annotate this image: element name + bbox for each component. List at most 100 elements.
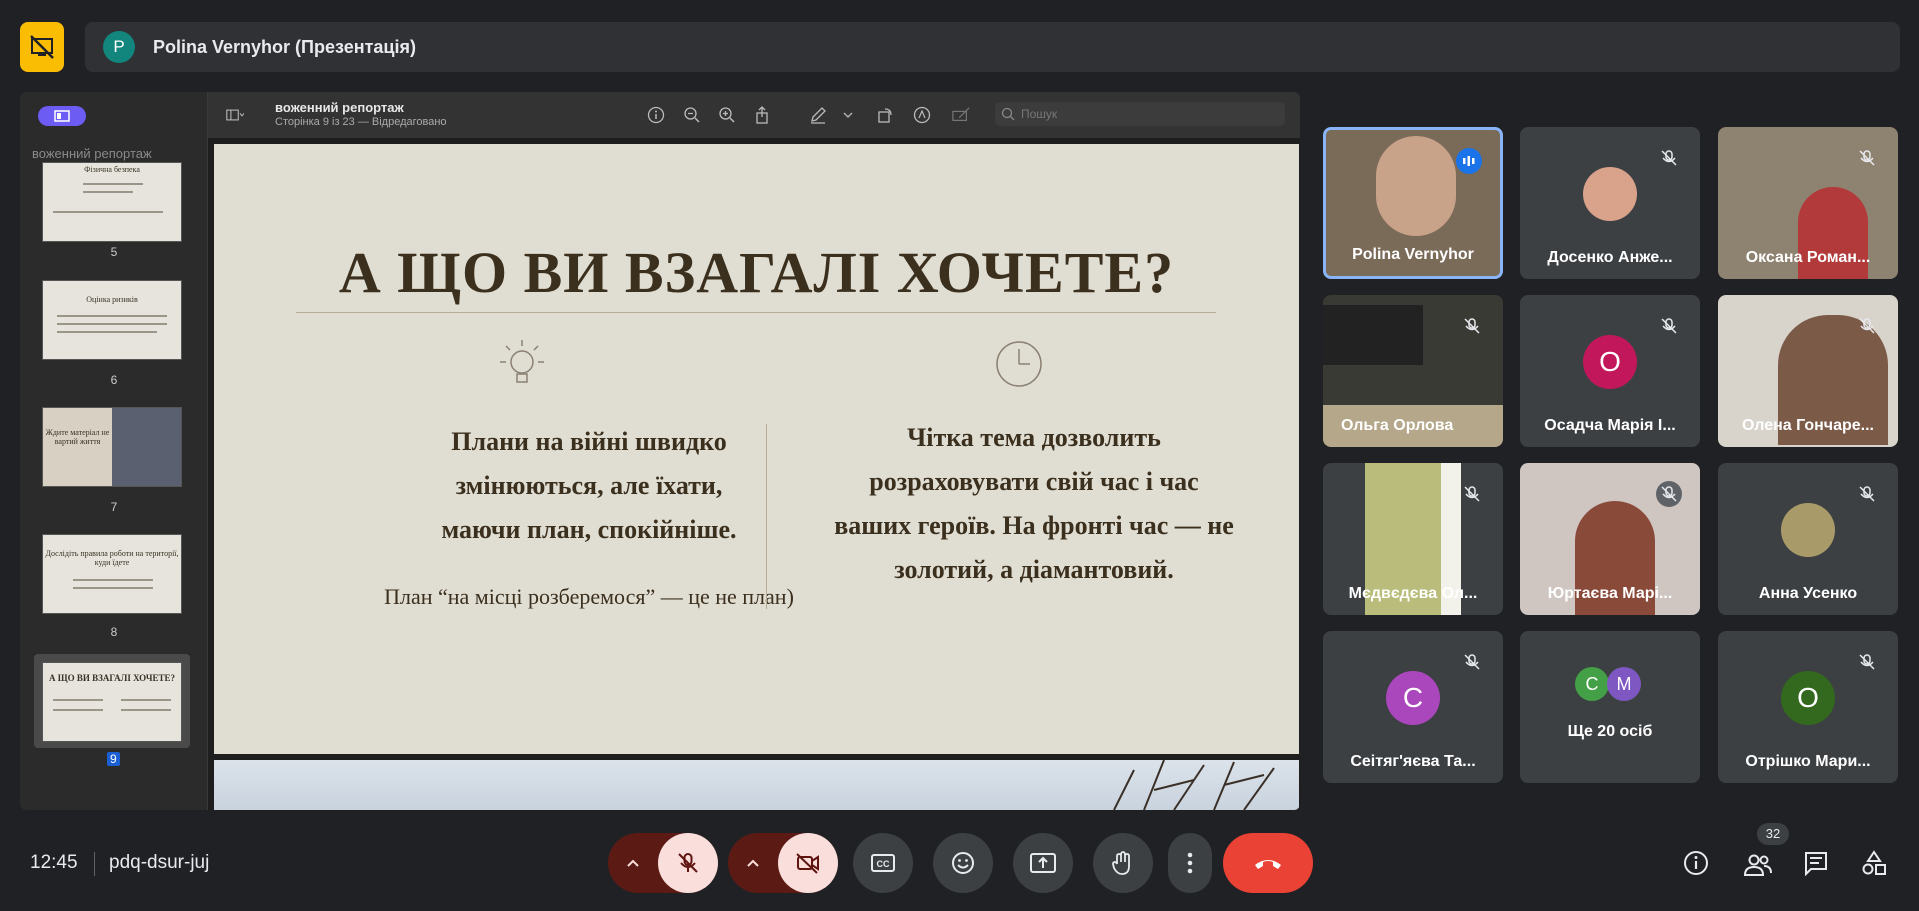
- participant-tile-medvedeva[interactable]: Мєдвєдєва Ол...: [1323, 463, 1503, 615]
- captions-button[interactable]: CC: [853, 833, 913, 893]
- thumbnail-title: Ждите матеріал не вартий життя: [45, 428, 110, 446]
- slide-left-text: Плани на війні швидко змінюються, але їх…: [441, 427, 737, 544]
- participant-tile-anna[interactable]: Анна Усенко: [1718, 463, 1898, 615]
- mic-muted-icon: [1854, 313, 1880, 339]
- people-count-badge: 32: [1757, 823, 1789, 845]
- sidebar-toggle-icon[interactable]: [226, 106, 244, 124]
- slide-right-text: Чітка тема дозволить розраховувати свій …: [834, 423, 1234, 584]
- form-icon[interactable]: [952, 106, 970, 124]
- participant-name: Polina Vernyhor: [1352, 246, 1474, 263]
- avatar: С: [1386, 671, 1440, 725]
- camera-off-icon: [796, 853, 819, 874]
- chevron-down-icon[interactable]: [839, 106, 857, 124]
- participant-name: Досенко Анже...: [1547, 249, 1673, 266]
- annotate-icon[interactable]: [913, 106, 931, 124]
- participant-tile-yurtaeva[interactable]: Юртаєва Марі...: [1520, 463, 1700, 615]
- raise-hand-button[interactable]: [1093, 833, 1153, 893]
- thumbnail-5[interactable]: Фізична безпека: [42, 162, 182, 242]
- mic-muted-icon: [1854, 145, 1880, 171]
- zoom-out-icon[interactable]: [683, 106, 701, 124]
- meeting-code: pdq-dsur-juj: [109, 852, 210, 873]
- more-participants-label: Ще 20 осіб: [1567, 723, 1653, 740]
- people-icon[interactable]: [1742, 849, 1774, 881]
- presentation-window: воженний репортаж Фізична безпека 5 Оцін…: [20, 92, 1300, 810]
- participant-name: Оксана Роман...: [1745, 249, 1871, 266]
- mic-muted-icon: [1656, 145, 1682, 171]
- participant-tile-seitiahiaieva[interactable]: С Сеітяг'яєва Та...: [1323, 631, 1503, 783]
- thumbnail-title: А ЩО ВИ ВЗАГАЛІ ХОЧЕТЕ?: [48, 673, 176, 683]
- mic-muted-icon: [1854, 481, 1880, 507]
- participant-tile-olha[interactable]: Ольга Орлова: [1323, 295, 1503, 447]
- zoom-in-icon[interactable]: [718, 106, 736, 124]
- thumbnail-sidebar: воженний репортаж Фізична безпека 5 Оцін…: [20, 92, 208, 810]
- slide-column-divider: [766, 424, 767, 609]
- presenter-avatar: P: [103, 31, 135, 63]
- end-call-icon: [1255, 860, 1281, 869]
- slide-left-note: План “на місці розберемося” — це не план…: [384, 584, 794, 609]
- emoji-icon: [952, 852, 974, 874]
- participant-tile-olena[interactable]: Олена Гончаре...: [1718, 295, 1898, 447]
- avatar: М: [1607, 667, 1641, 701]
- participant-tile-dosenko[interactable]: Досенко Анже...: [1520, 127, 1700, 279]
- meeting-details-info-icon[interactable]: [1680, 847, 1712, 879]
- hand-icon: [1112, 851, 1130, 875]
- avatar: [1781, 503, 1835, 557]
- search-icon: [1001, 107, 1015, 121]
- participant-tile-otrishko[interactable]: О Отрішко Мари...: [1718, 631, 1898, 783]
- share-icon[interactable]: [753, 106, 771, 124]
- more-options-button[interactable]: [1168, 833, 1212, 893]
- present-screen-button[interactable]: [1013, 833, 1073, 893]
- activities-icon[interactable]: [1858, 847, 1890, 879]
- video-feed: [1323, 305, 1423, 365]
- chat-icon[interactable]: [1800, 847, 1832, 879]
- sidebar-title: воженний репортаж: [32, 146, 152, 161]
- leave-call-button[interactable]: [1223, 833, 1313, 893]
- thumbnail-number-selected: 9: [107, 752, 120, 766]
- participant-name: Мєдвєдєва Ол...: [1348, 585, 1478, 602]
- document-subtitle: Сторінка 9 із 23 — Відредаговано: [275, 116, 447, 128]
- participant-name: Анна Усенко: [1758, 585, 1858, 602]
- presenter-bar: P Polina Vernyhor (Презентація): [85, 22, 1900, 72]
- captions-icon: CC: [871, 854, 895, 872]
- participant-tile-osadcha[interactable]: О Осадча Марія І...: [1520, 295, 1700, 447]
- thumbnail-9[interactable]: А ЩО ВИ ВЗАГАЛІ ХОЧЕТЕ?: [42, 662, 182, 742]
- lightbulb-icon: [494, 336, 550, 397]
- divider: [94, 852, 95, 876]
- more-participants-tile[interactable]: С М Ще 20 осіб: [1520, 631, 1700, 783]
- thumbnail-8[interactable]: Дослідіть правила роботи на території, к…: [42, 534, 182, 614]
- mic-muted-icon: [1459, 481, 1485, 507]
- avatar: С: [1575, 667, 1609, 701]
- search-input[interactable]: Пошук: [995, 102, 1285, 126]
- thumbnail-number: 8: [110, 625, 118, 639]
- presentation-mode-icon[interactable]: [20, 22, 64, 72]
- search-placeholder: Пошук: [1021, 107, 1058, 121]
- participant-name: Олена Гончаре...: [1742, 417, 1874, 434]
- thumbnail-7[interactable]: Ждите матеріал не вартий життя: [42, 407, 182, 487]
- next-slide-preview: [214, 760, 1299, 810]
- mic-muted-icon: [1656, 313, 1682, 339]
- camera-options-chevron-icon[interactable]: [728, 833, 778, 893]
- participant-tile-oksana[interactable]: Оксана Роман...: [1718, 127, 1898, 279]
- avatar: О: [1781, 671, 1835, 725]
- markup-pen-icon[interactable]: [809, 106, 827, 124]
- slide-title: А ЩО ВИ ВЗАГАЛІ ХОЧЕТЕ?: [338, 240, 1175, 305]
- slide-divider-line: [296, 312, 1216, 313]
- participant-tile-polina[interactable]: Polina Vernyhor: [1323, 127, 1503, 279]
- svg-text:CC: CC: [877, 859, 890, 869]
- rotate-icon[interactable]: [876, 106, 894, 124]
- mic-muted-icon: [1854, 649, 1880, 675]
- camera-control-group: [728, 833, 838, 893]
- thumbnail-6[interactable]: Оцінка ризиків: [42, 280, 182, 360]
- participant-name: Сеітяг'яєва Та...: [1350, 753, 1476, 770]
- thumbnail-title: Оцінка ризиків: [86, 295, 138, 304]
- camera-toggle-button[interactable]: [778, 833, 838, 893]
- mic-options-chevron-icon[interactable]: [608, 833, 658, 893]
- sidebar-view-toggle[interactable]: [38, 106, 86, 126]
- mic-toggle-button[interactable]: [658, 833, 718, 893]
- participant-name: Ольга Орлова: [1341, 417, 1454, 434]
- mic-muted-icon: [1656, 481, 1682, 507]
- reactions-button[interactable]: [933, 833, 993, 893]
- video-feed: [1376, 136, 1456, 236]
- speaking-indicator-icon: [1456, 148, 1482, 174]
- info-icon[interactable]: [647, 106, 665, 124]
